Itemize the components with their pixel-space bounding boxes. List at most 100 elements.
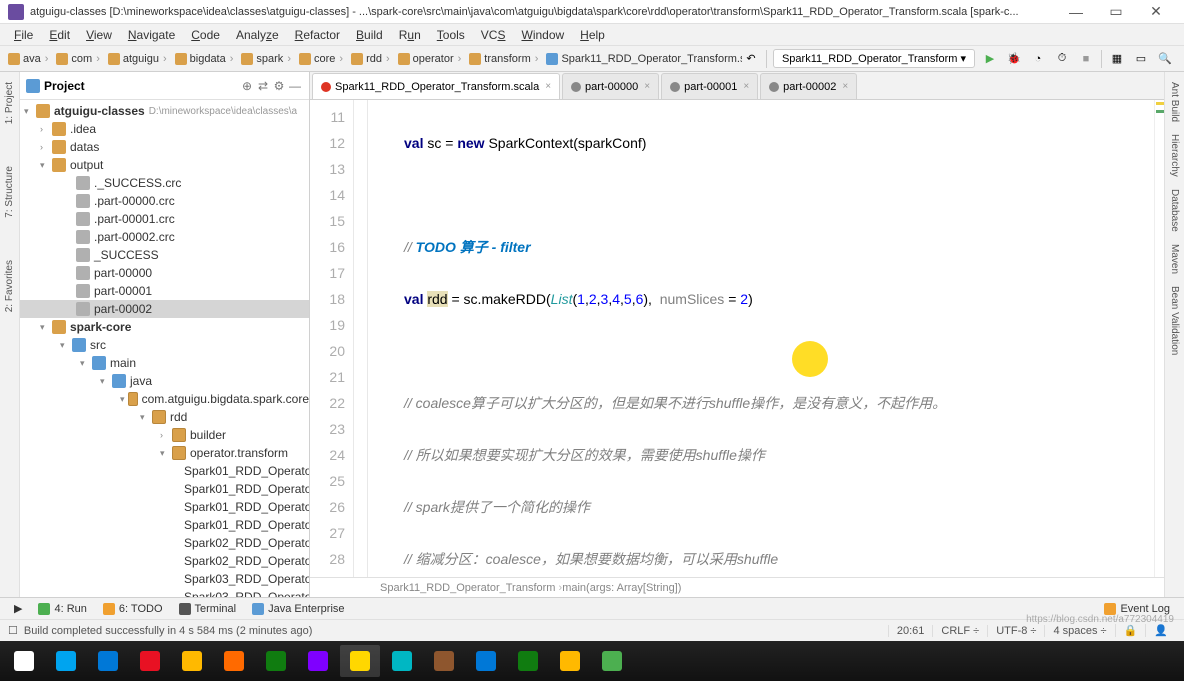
menu-vcs[interactable]: VCS <box>473 26 514 44</box>
tree-root[interactable]: ▾ atguigu-classes D:\mineworkspace\idea\… <box>20 102 309 120</box>
project-target-icon[interactable]: ⊕ <box>239 79 255 93</box>
taskbar-item[interactable] <box>424 645 464 677</box>
tree-node[interactable]: part-00001 <box>20 282 309 300</box>
right-tool-tab[interactable]: Database <box>1167 183 1182 238</box>
taskbar-item[interactable] <box>508 645 548 677</box>
tree-node[interactable]: part-00002 <box>20 300 309 318</box>
bottom-tool-tab[interactable]: 4: Run <box>30 603 94 615</box>
breadcrumb-item[interactable]: ava <box>4 53 52 65</box>
profile-button[interactable]: ⏱ <box>1053 50 1071 68</box>
tree-node[interactable]: ▾com.atguigu.bigdata.spark.core <box>20 390 309 408</box>
breadcrumb-item[interactable]: operator <box>394 53 466 65</box>
project-tree[interactable]: ▾ atguigu-classes D:\mineworkspace\idea\… <box>20 100 309 597</box>
tree-node[interactable]: .part-00002.crc <box>20 228 309 246</box>
bottom-tool-tab[interactable]: Terminal <box>171 603 245 615</box>
status-indent[interactable]: 4 spaces ÷ <box>1044 625 1114 637</box>
tree-node[interactable]: part-00000 <box>20 264 309 282</box>
menu-help[interactable]: Help <box>572 26 613 44</box>
taskbar-item[interactable] <box>592 645 632 677</box>
maximize-button[interactable]: ▭ <box>1096 3 1136 20</box>
status-lock-icon[interactable]: 🔒 <box>1115 624 1146 637</box>
tree-node[interactable]: Spark03_RDD_Operator <box>20 570 309 588</box>
tree-node[interactable]: ▾main <box>20 354 309 372</box>
tree-node[interactable]: Spark02_RDD_Operator <box>20 534 309 552</box>
right-tool-tab[interactable]: Ant Build <box>1167 76 1182 128</box>
tool-icon-1[interactable]: ▦ <box>1108 50 1126 68</box>
breadcrumb-item[interactable]: spark <box>237 53 295 65</box>
tree-node[interactable]: ▾java <box>20 372 309 390</box>
project-gear-icon[interactable]: ⚙ <box>271 79 287 93</box>
left-tool-tab[interactable]: 7: Structure <box>2 160 17 224</box>
event-log-button[interactable]: Event Log <box>1096 603 1178 615</box>
start-button[interactable] <box>4 645 44 677</box>
tree-node[interactable]: Spark02_RDD_Operator <box>20 552 309 570</box>
breadcrumb-item[interactable]: transform <box>465 53 542 65</box>
right-tool-tab[interactable]: Maven <box>1167 238 1182 280</box>
taskbar-item[interactable] <box>88 645 128 677</box>
editor-tab[interactable]: Spark11_RDD_Operator_Transform.scala× <box>312 73 560 99</box>
tree-node[interactable]: ›builder <box>20 426 309 444</box>
menu-view[interactable]: View <box>78 26 120 44</box>
taskbar-item[interactable] <box>382 645 422 677</box>
taskbar-item[interactable] <box>256 645 296 677</box>
stop-button[interactable]: ■ <box>1077 50 1095 68</box>
debug-button[interactable]: 🐞 <box>1005 50 1023 68</box>
status-pos[interactable]: 20:61 <box>888 625 933 637</box>
status-hector-icon[interactable]: 👤 <box>1145 624 1176 637</box>
taskbar-item[interactable] <box>340 645 380 677</box>
coverage-button[interactable]: ◔ <box>1029 50 1047 68</box>
run-config-dropdown[interactable]: Spark11_RDD_Operator_Transform ▾ <box>773 49 975 68</box>
bottom-tool-tab[interactable]: Java Enterprise <box>244 603 352 615</box>
project-hide-icon[interactable]: — <box>287 79 303 93</box>
tree-node[interactable]: Spark01_RDD_Operator <box>20 516 309 534</box>
tree-node[interactable]: _SUCCESS <box>20 246 309 264</box>
menu-run[interactable]: Run <box>391 26 429 44</box>
menu-window[interactable]: Window <box>513 26 572 44</box>
editor-tab[interactable]: part-00002× <box>760 73 857 99</box>
minimize-button[interactable]: — <box>1056 4 1096 20</box>
menu-edit[interactable]: Edit <box>41 26 78 44</box>
breadcrumb-item[interactable]: rdd <box>347 53 394 65</box>
tree-node[interactable]: ▾output <box>20 156 309 174</box>
taskbar-item[interactable] <box>172 645 212 677</box>
taskbar-item[interactable] <box>214 645 254 677</box>
tree-node[interactable]: Spark03_RDD_Operator <box>20 588 309 597</box>
menu-file[interactable]: File <box>6 26 41 44</box>
tree-node[interactable]: Spark01_RDD_Operator <box>20 498 309 516</box>
tree-node[interactable]: Spark01_RDD_Operator <box>20 462 309 480</box>
tree-node[interactable]: Spark01_RDD_Operator <box>20 480 309 498</box>
editor-tab[interactable]: part-00001× <box>661 73 758 99</box>
breadcrumb-item[interactable]: atguigu <box>104 53 171 65</box>
close-button[interactable]: ✕ <box>1136 3 1176 20</box>
menu-refactor[interactable]: Refactor <box>287 26 348 44</box>
editor-tab[interactable]: part-00000× <box>562 73 659 99</box>
status-sep[interactable]: CRLF ÷ <box>932 625 987 637</box>
taskbar-item[interactable] <box>130 645 170 677</box>
project-collapse-icon[interactable]: ⇄ <box>255 79 271 93</box>
status-enc[interactable]: UTF-8 ÷ <box>987 625 1044 637</box>
menu-analyze[interactable]: Analyze <box>228 26 287 44</box>
breadcrumb-item[interactable]: com <box>52 53 103 65</box>
tool-icon-2[interactable]: ▭ <box>1132 50 1150 68</box>
tree-node[interactable]: ›datas <box>20 138 309 156</box>
right-tool-tab[interactable]: Bean Validation <box>1167 280 1182 361</box>
menu-build[interactable]: Build <box>348 26 391 44</box>
bottom-tool-tab[interactable]: 6: TODO <box>95 603 171 615</box>
search-icon[interactable]: 🔍 <box>1156 50 1174 68</box>
menu-navigate[interactable]: Navigate <box>120 26 183 44</box>
breadcrumb-item[interactable]: core <box>295 53 347 65</box>
menu-code[interactable]: Code <box>183 26 228 44</box>
right-tool-tab[interactable]: Hierarchy <box>1167 128 1182 183</box>
tree-node[interactable]: ▾rdd <box>20 408 309 426</box>
tree-node[interactable]: .part-00001.crc <box>20 210 309 228</box>
run-button[interactable]: ▶ <box>981 50 999 68</box>
tree-node[interactable]: .part-00000.crc <box>20 192 309 210</box>
tree-node[interactable]: ▾operator.transform <box>20 444 309 462</box>
tree-node[interactable]: ▾src <box>20 336 309 354</box>
tree-node[interactable]: ._SUCCESS.crc <box>20 174 309 192</box>
source[interactable]: val sc = new SparkContext(sparkConf) // … <box>368 100 1154 577</box>
tree-node[interactable]: ›.idea <box>20 120 309 138</box>
taskbar-item[interactable] <box>466 645 506 677</box>
taskbar-item[interactable] <box>550 645 590 677</box>
left-tool-tab[interactable]: 2: Favorites <box>2 254 17 318</box>
